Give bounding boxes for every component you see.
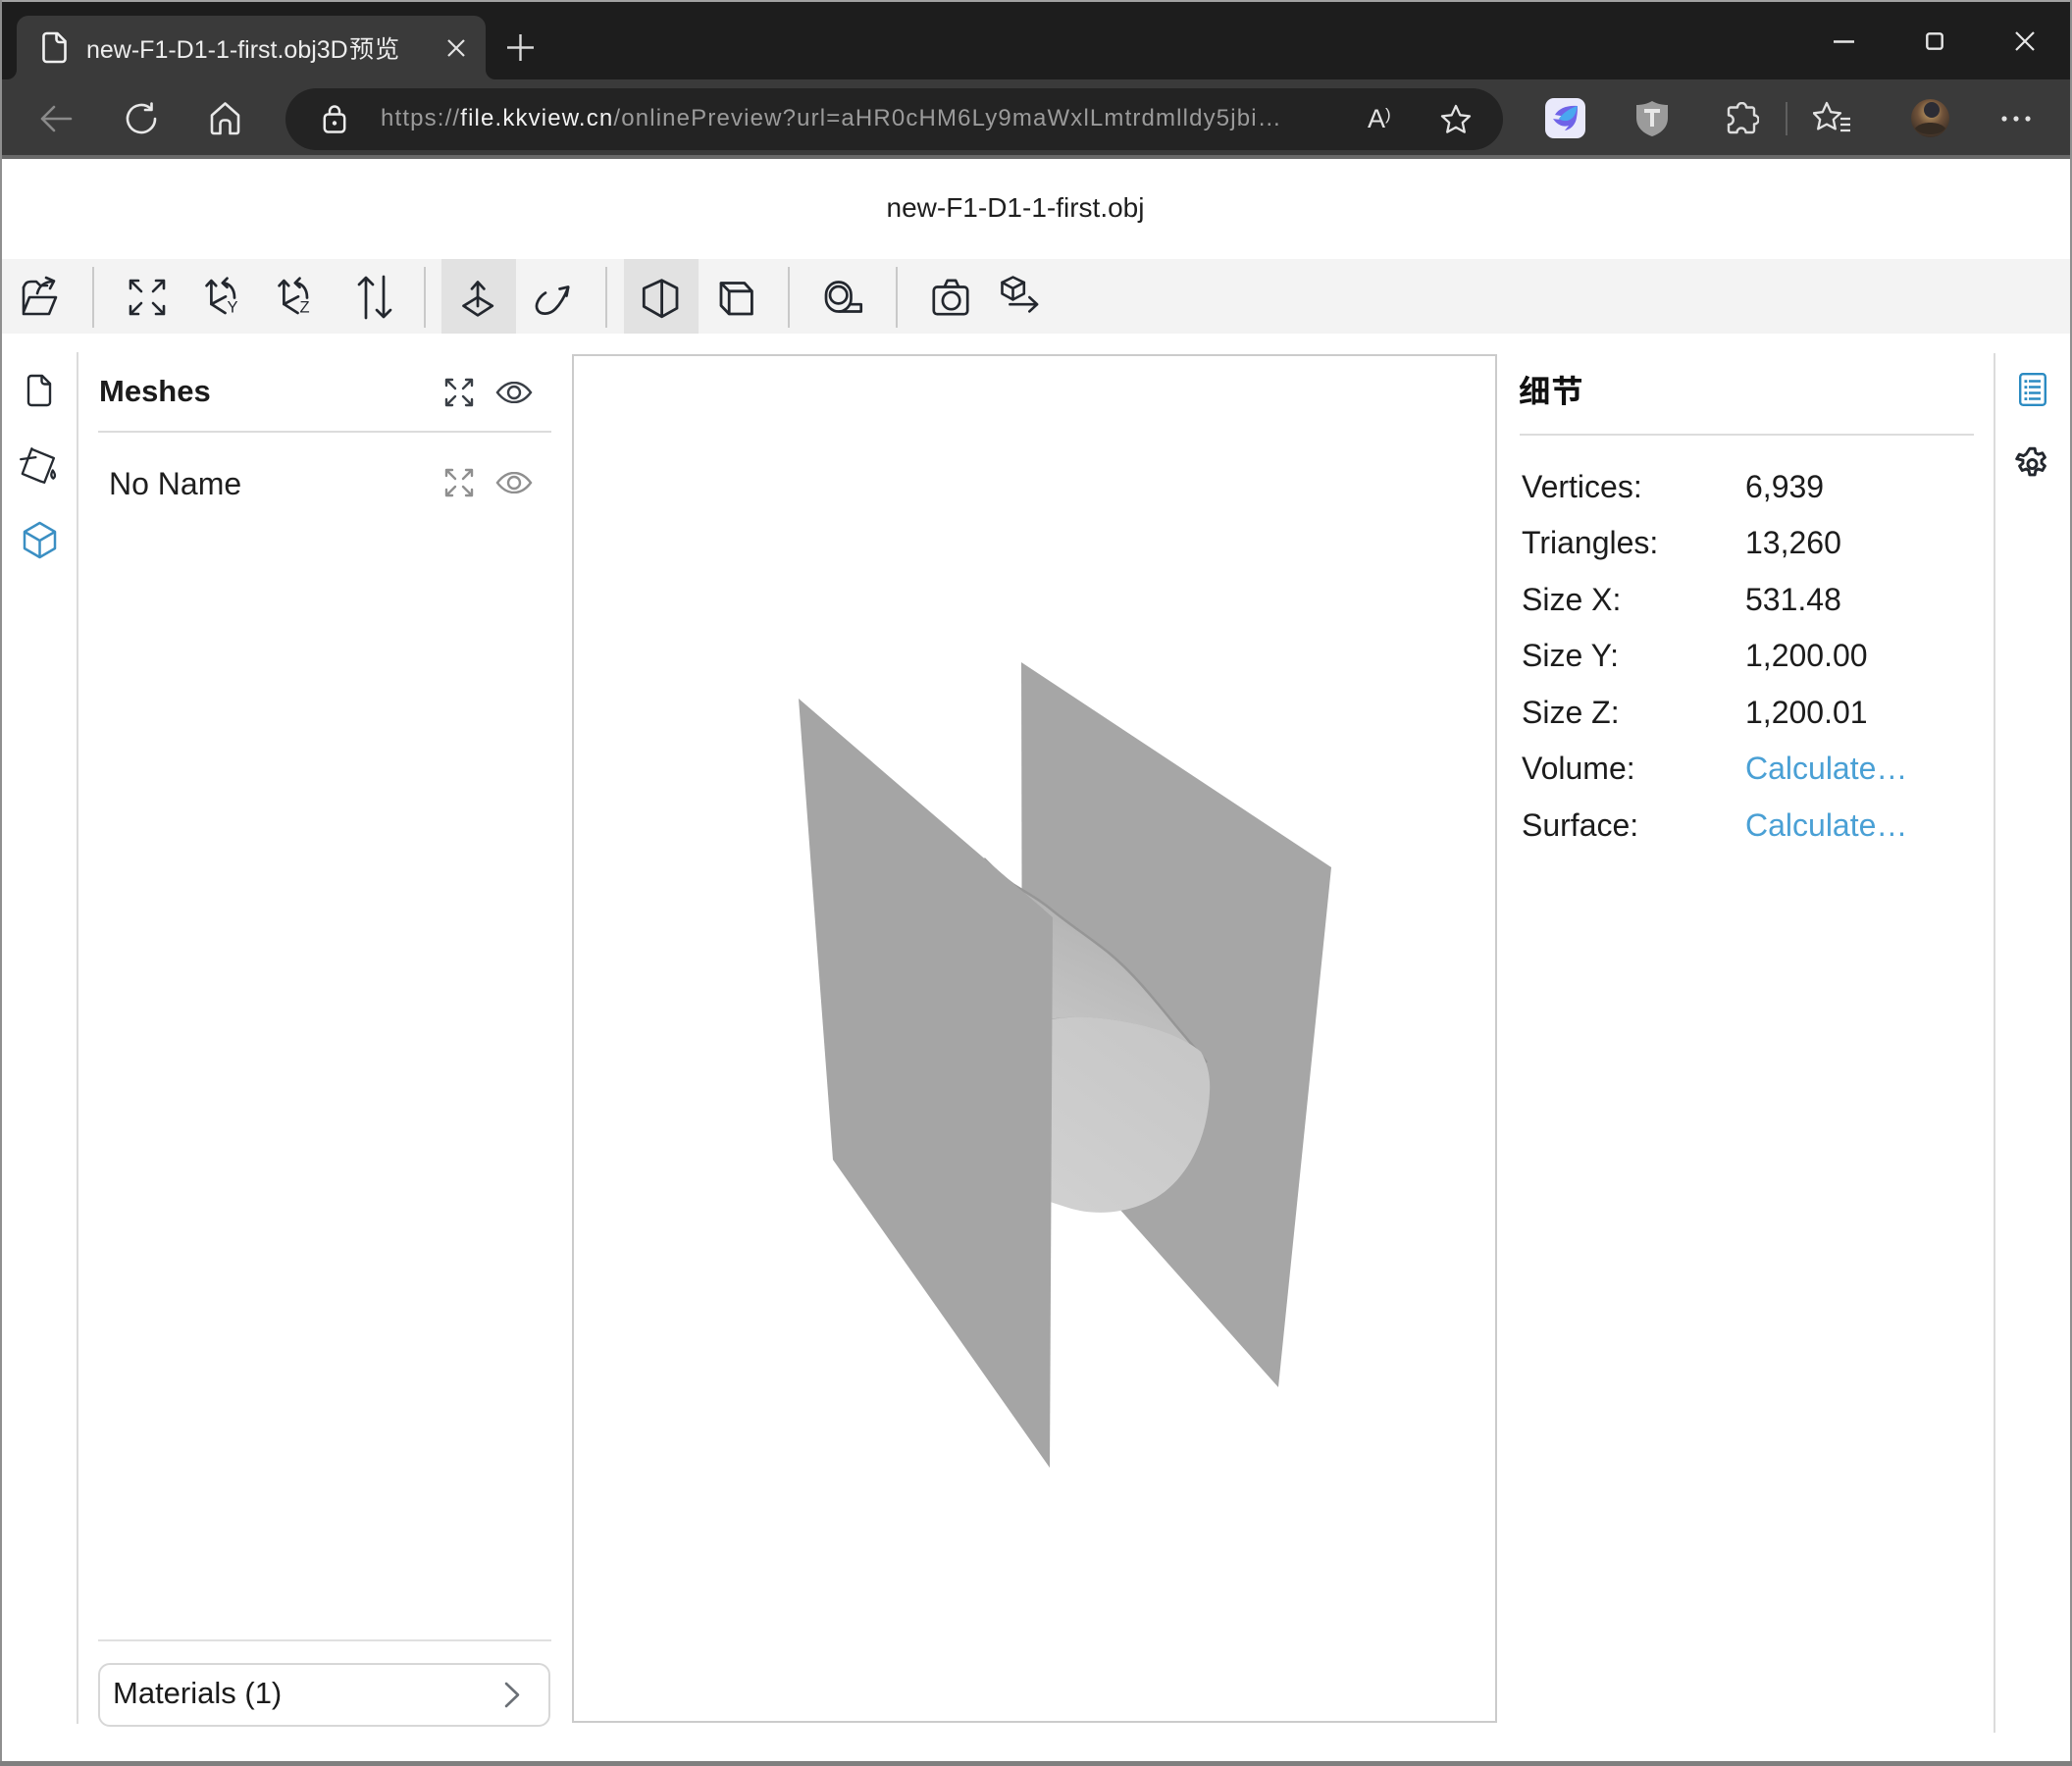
- svg-text:Z: Z: [300, 299, 310, 317]
- svg-text:Y: Y: [228, 299, 238, 317]
